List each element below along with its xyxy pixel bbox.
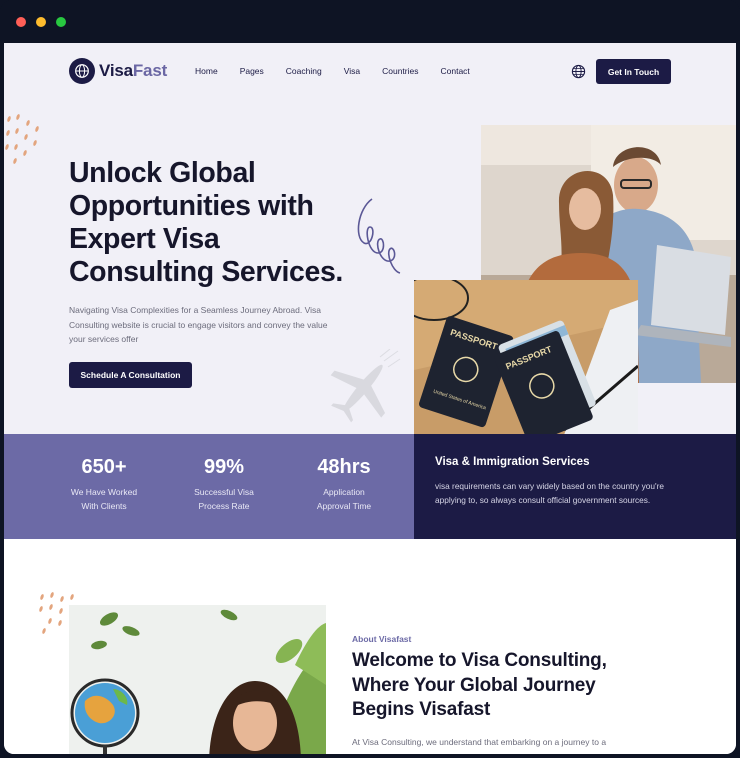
get-in-touch-button[interactable]: Get In Touch [596, 59, 671, 84]
about-section: About Visafast Welcome to Visa Consultin… [4, 539, 736, 754]
globe-icon[interactable] [571, 64, 586, 79]
stat-label-line1: We Have Worked [70, 487, 138, 497]
stat-number: 48hrs [317, 456, 371, 478]
services-description: visa requirements can vary widely based … [435, 481, 664, 505]
nav-visa[interactable]: Visa [344, 66, 360, 76]
stat-label-line2: With Clients [81, 501, 127, 511]
window-controls [16, 17, 66, 27]
globe-logo-icon [69, 58, 95, 84]
minimize-dot[interactable] [36, 17, 46, 27]
nav-coaching[interactable]: Coaching [286, 66, 322, 76]
stat-label-line1: Application [323, 487, 365, 497]
close-dot[interactable] [16, 17, 26, 27]
stat-number: 650+ [81, 456, 127, 478]
site-logo[interactable]: VisaFast [69, 58, 167, 84]
nav-pages[interactable]: Pages [240, 66, 264, 76]
squiggle-decor [357, 198, 401, 274]
stat-clients: 650+ We Have Worked With Clients [44, 456, 164, 513]
nav-home[interactable]: Home [195, 66, 218, 76]
maximize-dot[interactable] [56, 17, 66, 27]
hero-passport-photo: PASSPORT United States of America PASSPO… [414, 280, 638, 435]
nav-contact[interactable]: Contact [441, 66, 470, 76]
logo-text-visa: Visa [99, 61, 133, 80]
about-woman-globe-photo [69, 605, 326, 754]
main-nav: Home Pages Coaching Visa Countries Conta… [195, 66, 492, 76]
services-title: Visa & Immigration Services [435, 456, 590, 468]
stat-success-rate: 99% Successful Visa Process Rate [164, 456, 284, 513]
stats-band: 650+ We Have Worked With Clients 99% Suc… [4, 434, 414, 539]
about-eyebrow: About Visafast [352, 634, 412, 644]
stat-number: 99% [203, 456, 245, 478]
hero-title: Unlock Global Opportunities with Expert … [69, 157, 343, 288]
services-band: Visa & Immigration Services visa require… [414, 434, 736, 539]
decor-dots-hero [5, 114, 39, 164]
stat-label-line2: Approval Time [316, 501, 372, 511]
stat-label-line2: Process Rate [198, 501, 250, 511]
stat-label-line1: Successful Visa [194, 487, 254, 497]
schedule-consultation-button[interactable]: Schedule A Consultation [69, 362, 192, 388]
airplane-decor-icon [330, 349, 401, 423]
logo-text-fast: Fast [132, 61, 168, 80]
page-viewport: VisaFast Home Pages Coaching Visa Countr… [4, 43, 736, 754]
nav-countries[interactable]: Countries [382, 66, 418, 76]
about-title: Welcome to Visa Consulting, Where Your G… [352, 650, 607, 720]
about-description: At Visa Consulting, we understand that e… [352, 737, 607, 747]
logo-text: VisaFast [99, 61, 167, 81]
stat-approval-time: 48hrs Application Approval Time [284, 456, 404, 513]
hero-description: Navigating Visa Complexities for a Seaml… [69, 305, 328, 344]
browser-frame: VisaFast Home Pages Coaching Visa Countr… [0, 0, 740, 758]
